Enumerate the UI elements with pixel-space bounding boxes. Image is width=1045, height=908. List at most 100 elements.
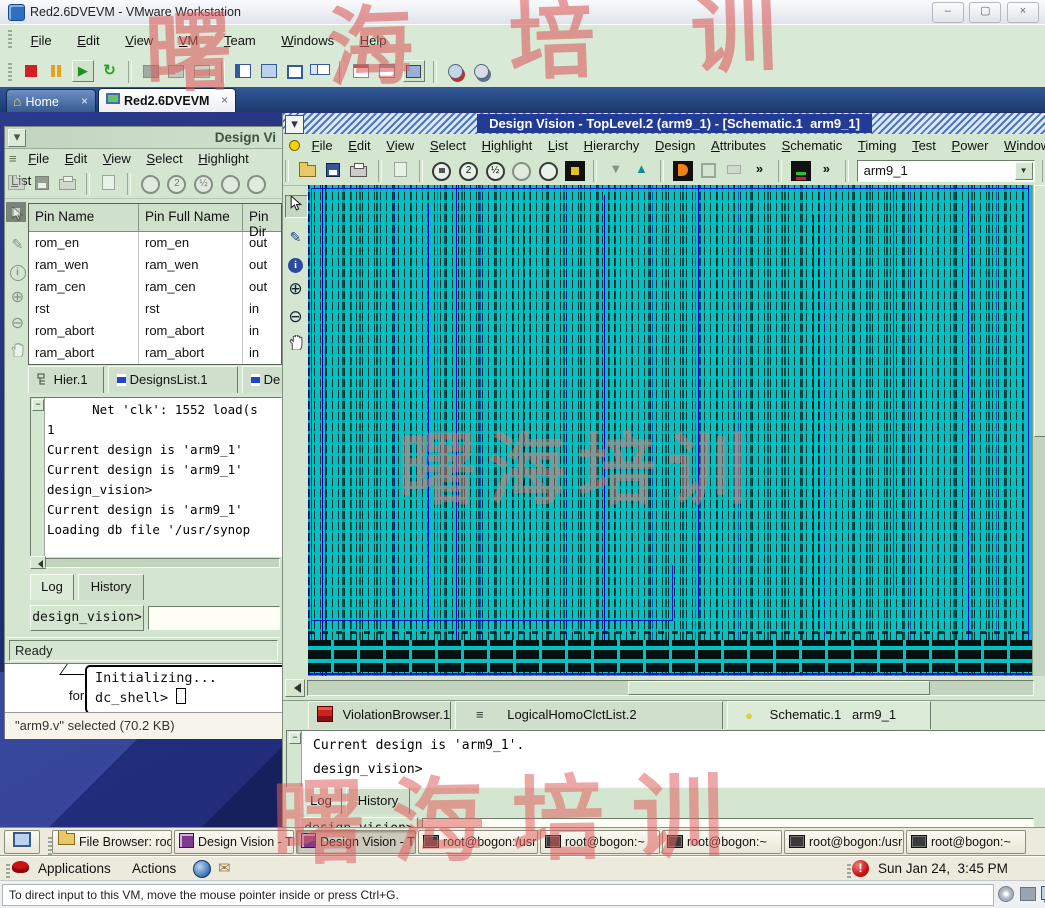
menu-team[interactable]: Team [213, 25, 267, 56]
open-file-icon[interactable] [298, 159, 318, 179]
table-row[interactable]: rom_abort rom_abort in [29, 320, 281, 342]
cdrom-device-icon[interactable] [998, 886, 1014, 902]
net-icon[interactable] [724, 159, 744, 179]
zoom-half-icon[interactable]: ½ [486, 162, 505, 181]
zoom-prev-icon[interactable] [221, 175, 240, 194]
dv-menu-file[interactable]: File [22, 148, 55, 170]
tab-log[interactable]: Log [30, 574, 74, 600]
toolbar-overflow2-icon[interactable]: » [816, 159, 836, 179]
zoom-half-icon[interactable]: ½ [194, 175, 213, 194]
design-vision-prompt-button[interactable]: design_vision> [300, 817, 418, 827]
tab-home[interactable]: ⌂Home × [6, 89, 96, 113]
select-tool-icon[interactable] [7, 206, 28, 227]
open-file-icon[interactable] [6, 172, 26, 192]
pan-tool-icon[interactable] [285, 335, 306, 356]
sch-menu-attributes[interactable]: Attributes [705, 134, 772, 157]
window-shade-button[interactable]: ▾ [285, 115, 304, 134]
web-browser-icon[interactable] [193, 860, 211, 878]
sch-menu-view[interactable]: View [380, 134, 420, 157]
sch-menu-window[interactable]: Window [998, 134, 1045, 157]
paste-icon[interactable] [99, 172, 119, 192]
network-device-icon[interactable] [1041, 886, 1045, 900]
tab-history[interactable]: History [346, 788, 410, 814]
tab-vm-close-icon[interactable]: × [221, 89, 228, 112]
sch-menu-schematic[interactable]: Schematic [776, 134, 849, 157]
and-gate-icon[interactable] [673, 161, 693, 181]
highlight-tool-icon[interactable]: ✎ [7, 234, 28, 255]
task-terminal-2[interactable]: root@bogon:~ [540, 830, 660, 854]
menu-edit[interactable]: Edit [66, 25, 110, 56]
col-pin-full-name[interactable]: Pin Full Name [139, 204, 243, 231]
schematic-canvas[interactable] [308, 185, 1032, 676]
table-row[interactable]: ram_cen ram_cen out [29, 276, 281, 298]
capture-movie-button[interactable] [446, 61, 466, 81]
reset-button[interactable]: ↻ [100, 61, 120, 81]
task-terminal-3[interactable]: root@bogon:~ [662, 830, 782, 854]
floppy-device-icon[interactable] [1020, 887, 1036, 901]
tab-schematic[interactable]: ● Schematic.1 arm9_1 [727, 701, 931, 729]
table-row[interactable]: ram_abort ram_abort in [29, 342, 281, 364]
redhat-menu-icon[interactable] [12, 861, 29, 873]
table-row[interactable]: rst rst in [29, 298, 281, 320]
view-gate-icon[interactable] [565, 161, 585, 181]
menu-vm[interactable]: VM [168, 25, 210, 56]
clock[interactable]: Sun Jan 24, 3:45 PM [878, 857, 1008, 880]
print-icon[interactable] [349, 159, 369, 179]
collapse-pane-button[interactable]: − [32, 399, 44, 411]
zoom-select-icon[interactable] [247, 175, 266, 194]
col-pin-name[interactable]: Pin Name [29, 204, 139, 231]
schematic-window-titlebar[interactable]: ▾ Design Vision - TopLevel.2 (arm9_1) - … [283, 113, 1045, 134]
tab-hier[interactable]: Hier.1 [28, 366, 104, 393]
zoom-2x-icon[interactable]: 2 [459, 162, 478, 181]
zoom-select-icon[interactable] [539, 162, 558, 181]
fullscreen-button[interactable] [259, 61, 279, 81]
dv-menu-highlight[interactable]: Highlight [192, 148, 255, 170]
snapshot-manager-button[interactable] [192, 61, 212, 81]
table-row[interactable]: rom_en rom_en out [29, 232, 281, 254]
menu-view[interactable]: View [114, 25, 164, 56]
appliance-view-button[interactable] [403, 60, 425, 82]
alert-notification-icon[interactable]: ! [852, 860, 869, 877]
zoom-out-tool-icon[interactable]: ⊖ [7, 314, 28, 335]
log-splitter[interactable]: − [287, 731, 302, 787]
save-icon[interactable] [323, 159, 343, 179]
combo-dropdown-icon[interactable]: ▼ [1015, 162, 1033, 180]
design-select-combo[interactable]: arm9_1 ▼ [857, 160, 1035, 182]
dv-menu-select[interactable]: Select [140, 148, 188, 170]
task-terminal-5[interactable]: root@bogon:~ [906, 830, 1026, 854]
zoom-in-tool-icon[interactable]: ⊕ [285, 279, 306, 300]
zoom-prev-icon[interactable] [512, 162, 531, 181]
tab-designs-list[interactable]: DesignsList.1 [108, 366, 238, 393]
print-icon[interactable] [57, 172, 77, 192]
task-design-vision-1[interactable]: Design Vision - T [174, 830, 294, 854]
tab-home-close-icon[interactable]: × [81, 90, 88, 112]
sch-menu-highlight[interactable]: Highlight [476, 134, 539, 157]
sch-menu-power[interactable]: Power [946, 134, 995, 157]
sch-menu-list[interactable]: List [542, 134, 574, 157]
command-input[interactable] [148, 606, 280, 630]
info-tool-icon[interactable]: i [285, 253, 306, 274]
pan-tool-icon[interactable] [7, 342, 28, 363]
email-icon[interactable]: ✉ [218, 857, 231, 880]
capture-screen-button[interactable] [472, 61, 492, 81]
command-input[interactable] [422, 818, 1034, 827]
tab-logical-homo-clct-list[interactable]: ≡ LogicalHomoClctList.2 [455, 701, 723, 729]
left-log-hscrollbar[interactable] [30, 556, 280, 569]
zoom-out-tool-icon[interactable]: ⊖ [285, 307, 306, 328]
left-window-titlebar[interactable]: ▾ Design Vi [5, 127, 282, 149]
snapshot-take-button[interactable] [141, 61, 161, 81]
log-splitter[interactable]: − [31, 398, 45, 556]
ascend-hierarchy-icon[interactable]: ▲ [631, 159, 651, 179]
table-row[interactable]: ram_wen ram_wen out [29, 254, 281, 276]
maximize-button[interactable]: ▢ [969, 2, 1001, 23]
summary-view-button[interactable] [377, 61, 397, 81]
vm-screen[interactable]: ▾ Design Vi ≡ File Edit View Select High… [0, 112, 1045, 880]
schematic-vscrollbar[interactable] [1032, 185, 1045, 676]
toolbar-overflow-icon[interactable]: » [750, 159, 770, 179]
sch-menu-test[interactable]: Test [906, 134, 942, 157]
sch-menu-select[interactable]: Select [424, 134, 472, 157]
menu-windows[interactable]: Windows [270, 25, 345, 56]
show-desktop-button[interactable] [4, 830, 40, 854]
hscroll-thumb[interactable] [628, 681, 930, 695]
task-terminal-1[interactable]: root@bogon:/usr [418, 830, 538, 854]
